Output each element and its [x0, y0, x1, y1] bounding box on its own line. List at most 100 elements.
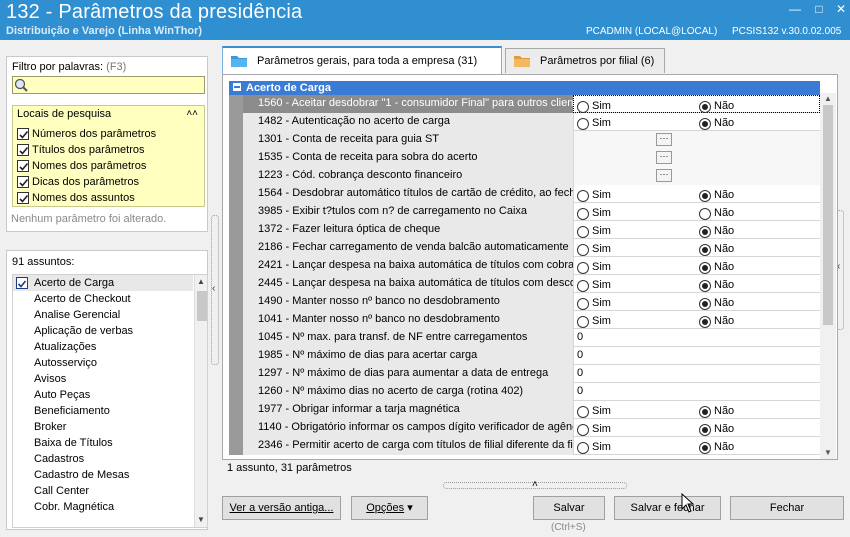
radio-sim[interactable]: Sim: [577, 439, 611, 455]
save-button[interactable]: Salvar: [533, 496, 605, 520]
scroll-up-icon[interactable]: ▲: [824, 94, 832, 103]
radio-sim[interactable]: Sim: [577, 241, 611, 258]
parameter-value[interactable]: Sim Não: [573, 257, 820, 275]
parameter-value[interactable]: 0: [573, 383, 820, 401]
parameter-row[interactable]: 1045 - Nº max. para transf. de NF entre …: [229, 329, 820, 347]
radio-nao[interactable]: Não: [699, 241, 734, 258]
chevron-left-icon[interactable]: ‹: [212, 283, 215, 294]
radio-sim[interactable]: Sim: [577, 295, 611, 312]
subject-item[interactable]: Cadastros: [13, 451, 193, 467]
radio-sim[interactable]: Sim: [577, 205, 611, 222]
parameter-row[interactable]: 2186 - Fechar carregamento de venda balc…: [229, 239, 820, 257]
radio-selected-icon[interactable]: [699, 243, 711, 256]
radio-nao[interactable]: Não: [699, 421, 734, 438]
subject-item[interactable]: Cobr. Magnética: [13, 499, 193, 515]
radio-selected-icon[interactable]: [699, 441, 711, 454]
parameter-value[interactable]: Sim Não: [573, 275, 820, 293]
radio-nao[interactable]: Não: [699, 313, 734, 330]
subject-item[interactable]: Analise Gerencial: [13, 307, 193, 323]
bottom-splitter[interactable]: ˄: [443, 479, 627, 490]
parameter-row[interactable]: 1985 - Nº máximo de dias para acertar ca…: [229, 347, 820, 365]
radio-sim[interactable]: Sim: [577, 313, 611, 330]
option-nomes[interactable]: Nomes dos parâmetros: [17, 158, 146, 174]
parameter-row[interactable]: 1977 - Obrigar informar a tarja magnétic…: [229, 401, 820, 419]
parameter-row[interactable]: 3985 - Exibir t?tulos com n? de carregam…: [229, 203, 820, 221]
radio-selected-icon[interactable]: [699, 117, 711, 130]
grid-scrollbar[interactable]: ▲ ▼: [820, 93, 836, 459]
subject-item[interactable]: Avisos: [13, 371, 193, 387]
parameter-row[interactable]: 1041 - Manter nosso nº banco no desdobra…: [229, 311, 820, 329]
option-titulos[interactable]: Títulos dos parâmetros: [17, 142, 145, 158]
radio-nao[interactable]: Não: [699, 439, 734, 455]
parameter-value[interactable]: Sim Não: [573, 239, 820, 257]
parameter-row[interactable]: 2346 - Permitir acerto de carga com títu…: [229, 437, 820, 455]
option-dicas[interactable]: Dicas dos parâmetros: [17, 174, 139, 190]
checkbox-checked-icon[interactable]: [17, 144, 29, 156]
radio-empty-icon[interactable]: [577, 189, 589, 202]
parameter-value[interactable]: 0: [573, 347, 820, 365]
minimize-button[interactable]: —: [788, 3, 802, 15]
parameter-value[interactable]: Sim Não: [573, 293, 820, 311]
checkbox-checked-icon[interactable]: [17, 192, 29, 204]
radio-nao[interactable]: Não: [699, 403, 734, 420]
subject-item[interactable]: Acerto de Carga: [13, 275, 193, 291]
scroll-down-icon[interactable]: ▼: [197, 515, 205, 524]
radio-empty-icon[interactable]: [577, 243, 589, 256]
parameter-row[interactable]: 1223 - Cód. cobrança desconto financeiro…: [229, 167, 820, 185]
scroll-thumb[interactable]: [823, 105, 833, 325]
subject-item[interactable]: Auto Peças: [13, 387, 193, 403]
radio-nao[interactable]: Não: [699, 205, 734, 222]
radio-nao[interactable]: Não: [699, 223, 734, 240]
radio-selected-icon[interactable]: [699, 189, 711, 202]
radio-empty-icon[interactable]: [577, 405, 589, 418]
lookup-ellipsis-button[interactable]: ···: [656, 151, 672, 164]
chevron-up-icon[interactable]: ˄: [532, 479, 538, 490]
checkbox-checked-icon[interactable]: [17, 176, 29, 188]
parameter-value[interactable]: Sim Não: [573, 437, 820, 455]
parameter-row[interactable]: 1560 - Aceitar desdobrar "1 - consumidor…: [229, 95, 820, 113]
close-button[interactable]: ✕: [834, 3, 848, 15]
option-assuntos[interactable]: Nomes dos assuntos: [17, 190, 135, 206]
radio-selected-icon[interactable]: [699, 261, 711, 274]
subject-item[interactable]: Atualizações: [13, 339, 193, 355]
parameter-value[interactable]: Sim Não: [573, 203, 820, 221]
subject-item[interactable]: Beneficiamento: [13, 403, 193, 419]
radio-empty-icon[interactable]: [699, 207, 711, 220]
parameter-row[interactable]: 1372 - Fazer leitura óptica de cheque Sim…: [229, 221, 820, 239]
radio-empty-icon[interactable]: [577, 117, 589, 130]
radio-selected-icon[interactable]: [699, 225, 711, 238]
parameter-row[interactable]: 1140 - Obrigatório informar os campos dí…: [229, 419, 820, 437]
parameter-value[interactable]: ···: [573, 131, 820, 149]
collapse-icon[interactable]: ˄˄: [186, 108, 198, 119]
parameter-value[interactable]: 0: [573, 365, 820, 383]
subject-item[interactable]: Acerto de Checkout: [13, 291, 193, 307]
collapse-icon[interactable]: [233, 83, 241, 91]
radio-nao[interactable]: Não: [699, 259, 734, 276]
radio-selected-icon[interactable]: [699, 405, 711, 418]
radio-empty-icon[interactable]: [577, 441, 589, 454]
subject-item[interactable]: Aplicação de verbas: [13, 323, 193, 339]
radio-sim[interactable]: Sim: [577, 277, 611, 294]
parameter-value[interactable]: Sim Não: [573, 419, 820, 437]
parameter-row[interactable]: 1301 - Conta de receita para guia ST ···: [229, 131, 820, 149]
radio-sim[interactable]: Sim: [577, 115, 611, 132]
old-version-button[interactable]: Ver a versão antiga...: [222, 496, 341, 520]
tab-parametros-gerais[interactable]: Parâmetros gerais, para toda a empresa (…: [222, 46, 502, 74]
radio-selected-icon[interactable]: [699, 423, 711, 436]
radio-sim[interactable]: Sim: [577, 187, 611, 204]
lookup-ellipsis-button[interactable]: ···: [656, 169, 672, 182]
scroll-thumb[interactable]: [197, 291, 207, 321]
scroll-down-icon[interactable]: ▼: [824, 448, 832, 457]
radio-nao[interactable]: Não: [699, 277, 734, 294]
save-and-close-button[interactable]: Salvar e fechar: [614, 496, 721, 520]
radio-empty-icon[interactable]: [577, 100, 589, 113]
maximize-button[interactable]: □: [812, 3, 826, 15]
parameter-row[interactable]: 2445 - Lançar despesa na baixa automátic…: [229, 275, 820, 293]
radio-empty-icon[interactable]: [577, 423, 589, 436]
parameter-row[interactable]: 2421 - Lançar despesa na baixa automátic…: [229, 257, 820, 275]
checkbox-checked-icon[interactable]: [16, 277, 28, 289]
radio-selected-icon[interactable]: [699, 297, 711, 310]
radio-empty-icon[interactable]: [577, 315, 589, 328]
lookup-ellipsis-button[interactable]: ···: [656, 133, 672, 146]
parameter-value[interactable]: Sim Não: [573, 401, 820, 419]
